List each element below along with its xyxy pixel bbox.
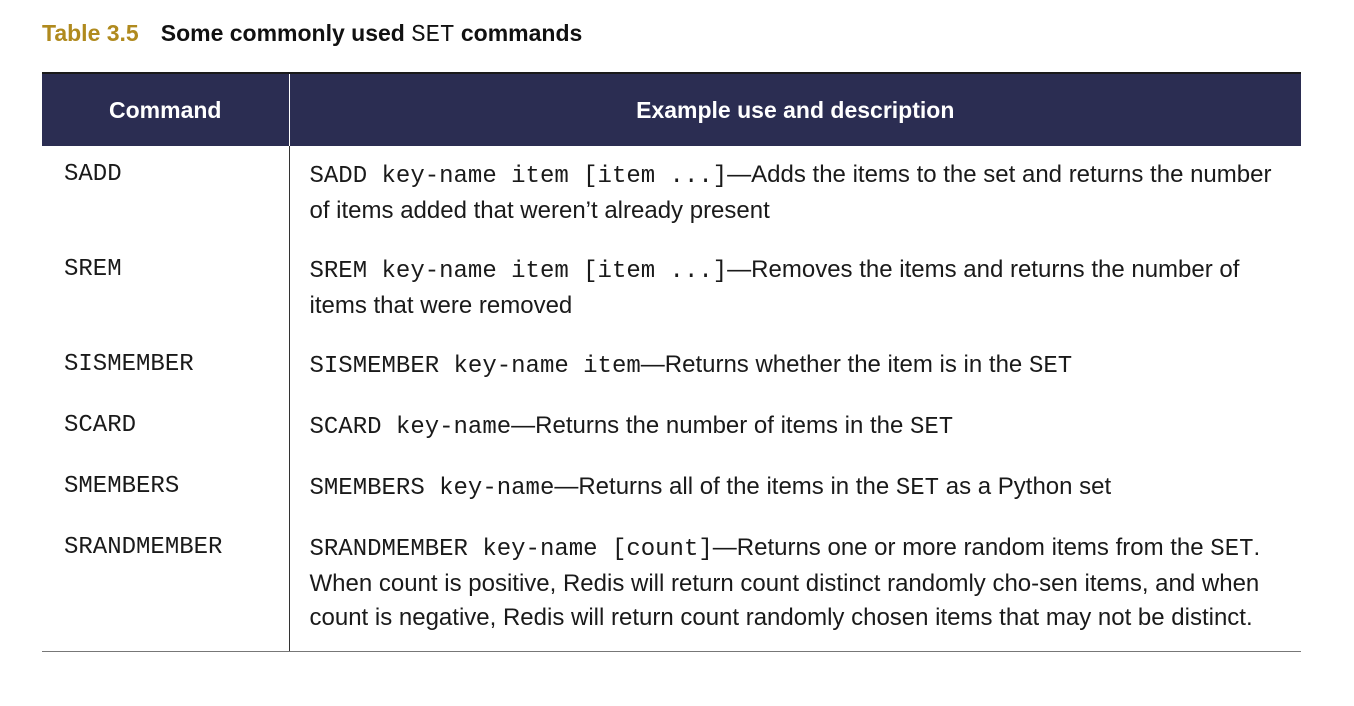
command-cell: SREM <box>42 242 290 337</box>
table-row: SCARD SCARD key-name—Returns the number … <box>42 398 1301 459</box>
table-title-prefix: Some commonly used <box>160 20 405 46</box>
example-syntax: SRANDMEMBER key-name [count] <box>309 536 713 563</box>
description-text-after: as a Python set <box>945 473 1112 500</box>
inline-code: SET <box>910 414 954 441</box>
description-cell: SRANDMEMBER key-name [count]—Returns one… <box>289 520 1301 652</box>
description-text: —Returns all of the items in the <box>554 473 890 500</box>
example-syntax: SMEMBERS key-name <box>309 475 555 502</box>
command-cell: SRANDMEMBER <box>42 520 290 652</box>
command-cell: SISMEMBER <box>42 337 290 398</box>
description-text: —Returns whether the item is in the <box>640 351 1023 378</box>
inline-code: SET <box>1028 353 1073 380</box>
command-cell: SMEMBERS <box>42 459 290 520</box>
command-cell: SADD <box>42 146 290 242</box>
description-text: —Returns one or more random items from t… <box>712 534 1204 561</box>
table-row: SREM SREM key-name item [item ...]—Remov… <box>42 242 1301 337</box>
table-row: SRANDMEMBER SRANDMEMBER key-name [count]… <box>42 520 1301 652</box>
description-cell: SADD key-name item [item ...]—Adds the i… <box>289 146 1301 242</box>
table-number: Table 3.5 <box>42 20 139 46</box>
table-caption: Table 3.5 Some commonly used SET commands <box>42 20 582 49</box>
table-row: SADD SADD key-name item [item ...]—Adds … <box>42 146 1301 242</box>
description-text: —Returns the number of items in the <box>511 412 904 439</box>
inline-code: SET <box>1210 536 1254 563</box>
example-syntax: SCARD key-name <box>309 414 512 441</box>
inline-code: SET <box>895 475 940 502</box>
header-example-description: Example use and description <box>289 72 1301 146</box>
table-title-code: SET <box>411 22 455 49</box>
example-syntax: SISMEMBER key-name item <box>309 353 641 380</box>
table-title-suffix: commands <box>460 20 583 46</box>
description-cell: SISMEMBER key-name item—Returns whether … <box>289 337 1301 398</box>
table-header-row: Command Example use and description <box>42 72 1301 146</box>
example-syntax: SREM key-name item [item ...] <box>309 258 728 285</box>
description-cell: SREM key-name item [item ...]—Removes th… <box>289 242 1301 337</box>
table-row: SMEMBERS SMEMBERS key-name—Returns all o… <box>42 459 1301 520</box>
header-command: Command <box>42 72 290 146</box>
description-cell: SMEMBERS key-name—Returns all of the ite… <box>289 459 1301 520</box>
table-title: Some commonly used SET commands <box>160 20 583 49</box>
description-cell: SCARD key-name—Returns the number of ite… <box>289 398 1301 459</box>
example-syntax: SADD key-name item [item ...] <box>309 163 728 190</box>
command-cell: SCARD <box>42 398 290 459</box>
set-commands-table: Command Example use and description SADD… <box>42 72 1301 652</box>
table-row: SISMEMBER SISMEMBER key-name item—Return… <box>42 337 1301 398</box>
